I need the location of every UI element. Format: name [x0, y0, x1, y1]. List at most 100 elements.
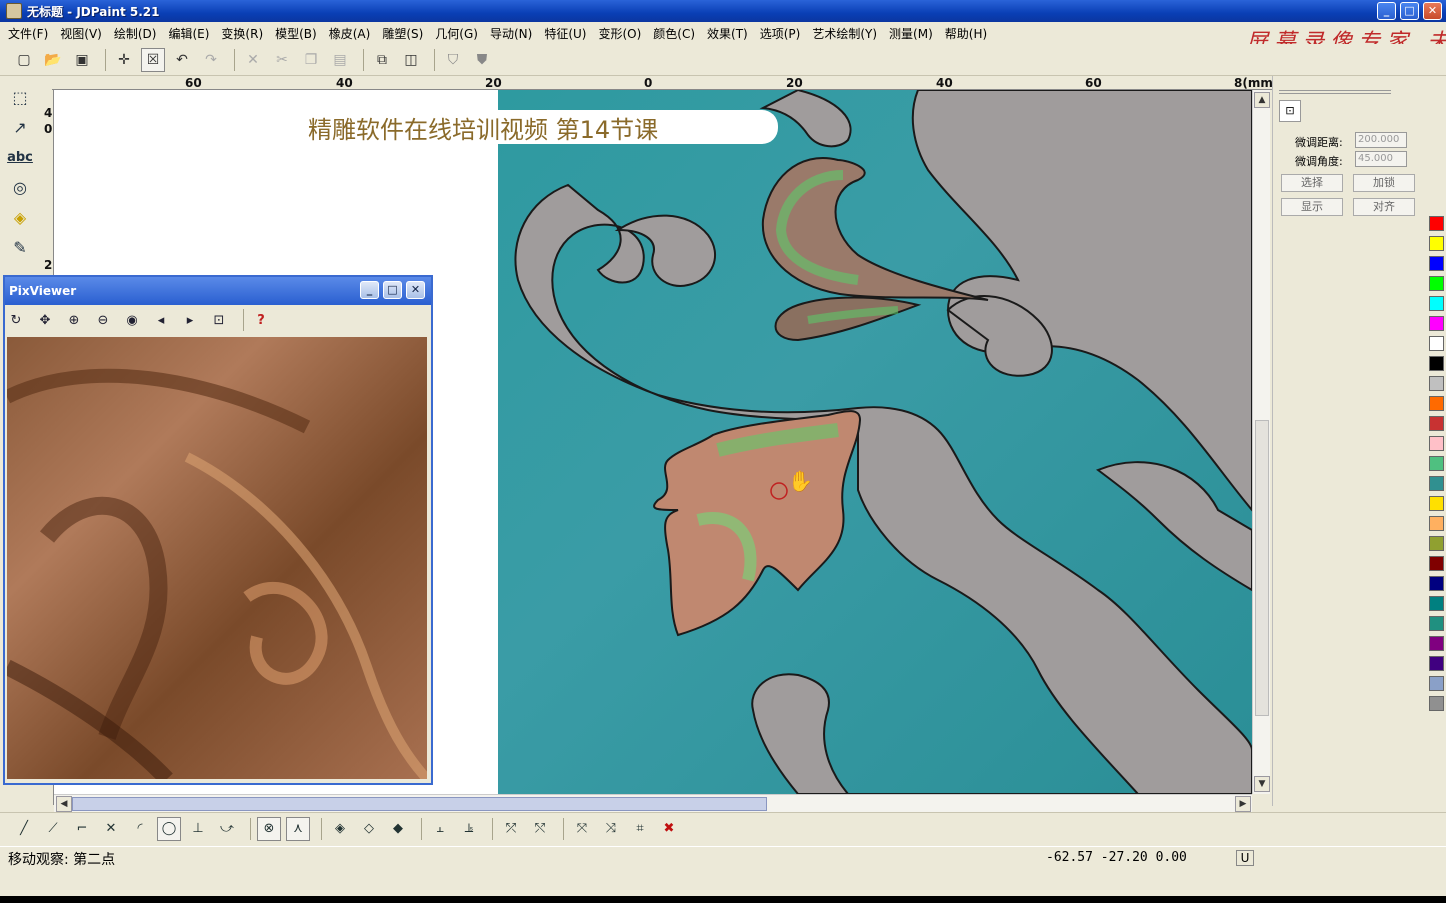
minimize-button[interactable]: _: [1377, 2, 1396, 20]
menu-draw[interactable]: 绘制(D): [114, 25, 157, 42]
color-swatch[interactable]: [1429, 316, 1444, 331]
select-box-icon[interactable]: ☒: [141, 47, 165, 72]
rotate-icon[interactable]: ↻: [5, 309, 27, 331]
color-swatch[interactable]: [1429, 376, 1444, 391]
eye-icon[interactable]: ◉: [121, 309, 143, 331]
help-icon[interactable]: ?: [250, 309, 272, 331]
menu-effect[interactable]: 效果(T): [707, 25, 748, 42]
menu-eraser[interactable]: 橡皮(A): [329, 25, 371, 42]
view-icon[interactable]: ◫: [399, 48, 423, 72]
pixviewer-window[interactable]: PixViewer _ □ ✕ ↻ ✥ ⊕ ⊖ ◉ ◂ ▸ ⊡ ?: [3, 275, 433, 785]
color-swatch[interactable]: [1429, 256, 1444, 271]
save-icon[interactable]: ▣: [70, 48, 94, 72]
scissors-icon[interactable]: ✂: [270, 48, 294, 72]
copy-icon[interactable]: ❐: [299, 48, 323, 72]
perpendicular-icon[interactable]: ⊥: [186, 817, 210, 841]
pixviewer-minimize-button[interactable]: _: [360, 281, 379, 299]
pencil-icon[interactable]: ✎: [4, 234, 36, 260]
tangent-icon[interactable]: ⤻: [215, 817, 239, 841]
diamond3-icon[interactable]: ◆: [386, 817, 410, 841]
cross-icon[interactable]: ✕: [99, 817, 123, 841]
color-swatch[interactable]: [1429, 676, 1444, 691]
menu-color[interactable]: 颜色(C): [653, 25, 695, 42]
prev-icon[interactable]: ◂: [150, 309, 172, 331]
redo-icon[interactable]: ↷: [199, 48, 223, 72]
scroll-left-button[interactable]: ◀: [56, 796, 72, 812]
color-swatch[interactable]: [1429, 416, 1444, 431]
color-swatch[interactable]: [1429, 236, 1444, 251]
arc-icon[interactable]: ◜: [128, 817, 152, 841]
close-button[interactable]: ✕: [1423, 2, 1442, 20]
cut-icon[interactable]: ✕: [241, 48, 265, 72]
align-button[interactable]: 对齐: [1353, 198, 1415, 216]
menu-view[interactable]: 视图(V): [60, 25, 102, 42]
zoom-out-icon[interactable]: ⊖: [92, 309, 114, 331]
color-swatch[interactable]: [1429, 656, 1444, 671]
fine-angle-field[interactable]: 45.000: [1355, 151, 1407, 167]
rect-select-icon[interactable]: ⬚: [4, 84, 36, 110]
scale-icon[interactable]: ⤧: [570, 817, 594, 841]
sphere-icon[interactable]: ◎: [4, 174, 36, 200]
split-icon[interactable]: ⤱: [499, 817, 523, 841]
color-swatch[interactable]: [1429, 636, 1444, 651]
circle-icon[interactable]: ◯: [157, 816, 181, 841]
next-icon[interactable]: ▸: [179, 309, 201, 331]
open-icon[interactable]: 📂: [41, 48, 65, 72]
select-button[interactable]: 选择: [1281, 174, 1343, 192]
extend-icon[interactable]: ⫡: [457, 817, 481, 841]
diamond-icon[interactable]: ◈: [328, 817, 352, 841]
crosshair-icon[interactable]: ✛: [112, 48, 136, 72]
horizontal-scroll-thumb[interactable]: [72, 797, 767, 811]
scroll-up-button[interactable]: ▲: [1254, 92, 1270, 108]
scroll-down-button[interactable]: ▼: [1254, 776, 1270, 792]
menu-help[interactable]: 帮助(H): [945, 25, 987, 42]
relief-viewport[interactable]: ✋: [498, 90, 1252, 794]
horizontal-scrollbar[interactable]: ◀ ▶: [54, 794, 1252, 812]
unit-indicator[interactable]: U: [1236, 850, 1254, 866]
pixviewer-close-button[interactable]: ✕: [406, 281, 425, 299]
color-swatch[interactable]: [1429, 496, 1444, 511]
color-swatch[interactable]: [1429, 276, 1444, 291]
color-swatch[interactable]: [1429, 436, 1444, 451]
new-icon[interactable]: ▢: [12, 48, 36, 72]
color-swatch[interactable]: [1429, 556, 1444, 571]
panel-tab-icon[interactable]: ⊡: [1279, 100, 1301, 122]
corner-icon[interactable]: ⌐: [70, 817, 94, 841]
color-swatch[interactable]: [1429, 576, 1444, 591]
shield2-icon[interactable]: ⛊: [470, 48, 494, 72]
lock-button[interactable]: 加锁: [1353, 174, 1415, 192]
vertical-scrollbar[interactable]: ▲ ▼: [1252, 90, 1270, 794]
menu-guide[interactable]: 导动(N): [490, 25, 532, 42]
color-swatch[interactable]: [1429, 456, 1444, 471]
menu-art-draw[interactable]: 艺术绘制(Y): [812, 25, 877, 42]
menu-transform[interactable]: 变换(R): [221, 25, 263, 42]
array-icon[interactable]: ⌗: [628, 817, 652, 841]
eraser-icon[interactable]: ◈: [4, 204, 36, 230]
color-swatch[interactable]: [1429, 616, 1444, 631]
scroll-right-button[interactable]: ▶: [1235, 796, 1251, 812]
color-swatch[interactable]: [1429, 536, 1444, 551]
color-swatch[interactable]: [1429, 216, 1444, 231]
show-button[interactable]: 显示: [1281, 198, 1343, 216]
diamond2-icon[interactable]: ◇: [357, 817, 381, 841]
menu-feature[interactable]: 特征(U): [544, 25, 586, 42]
menu-deform[interactable]: 变形(O): [598, 25, 641, 42]
color-swatch[interactable]: [1429, 396, 1444, 411]
menu-geometry[interactable]: 几何(G): [435, 25, 478, 42]
trim-icon[interactable]: ⫠: [428, 817, 452, 841]
text-tool-icon[interactable]: abc: [4, 144, 36, 170]
pixviewer-title-bar[interactable]: PixViewer _ □ ✕: [5, 277, 431, 305]
menu-options[interactable]: 选项(P): [760, 25, 801, 42]
shield-icon[interactable]: ⛉: [441, 48, 465, 72]
delete-point-icon[interactable]: ⊗: [257, 816, 281, 841]
node-edit-icon[interactable]: ↗: [4, 114, 36, 140]
color-swatch[interactable]: [1429, 336, 1444, 351]
color-swatch[interactable]: [1429, 596, 1444, 611]
node-icon[interactable]: ⋏: [286, 816, 310, 841]
pan-icon[interactable]: ✥: [34, 309, 56, 331]
delete-icon[interactable]: ✖: [657, 817, 681, 841]
color-swatch[interactable]: [1429, 356, 1444, 371]
vertical-scroll-thumb[interactable]: [1255, 420, 1269, 716]
cube-icon[interactable]: ⧉: [370, 48, 394, 72]
color-swatch[interactable]: [1429, 296, 1444, 311]
